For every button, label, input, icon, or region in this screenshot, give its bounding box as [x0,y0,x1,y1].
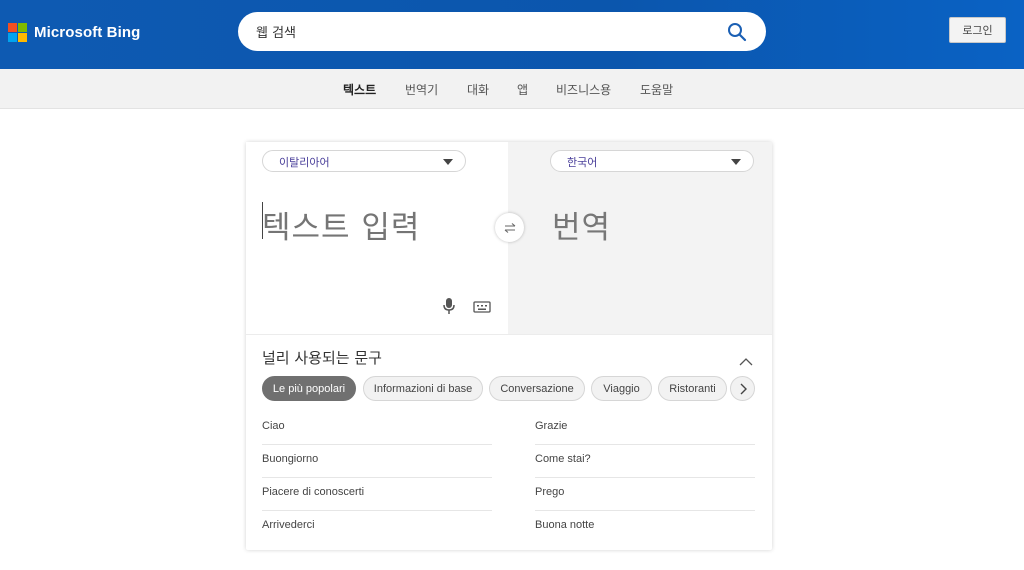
phrase-item[interactable]: Prego [535,478,755,511]
search-input[interactable] [256,12,716,51]
phrase-item[interactable]: Piacere di conoscerti [262,478,492,511]
target-language-select[interactable]: 한국어 [550,150,754,172]
phrases-title: 널리 사용되는 문구 [262,349,382,367]
search-box [238,12,766,51]
category-chip-popular[interactable]: Le più popolari [262,376,356,401]
target-pane: 한국어 번역 [508,142,772,334]
phrase-item[interactable]: Arrivederci [262,511,492,544]
phrase-item[interactable]: Buongiorno [262,445,492,478]
category-chip-conversation[interactable]: Conversazione [489,376,585,401]
phrase-item[interactable]: Come stai? [535,445,755,478]
source-pane: 이탈리아어 [246,142,508,334]
top-header: Microsoft Bing 로그인 [0,0,1024,69]
nav-item-apps[interactable]: 앱 [517,81,528,98]
translator-card: 이탈리아어 한국어 번역 널리 사용되는 문구 Le più popolari … [246,142,772,550]
phrase-item[interactable]: Ciao [262,412,492,445]
common-phrases-section: 널리 사용되는 문구 Le più popolari Informazioni … [246,334,772,550]
nav-item-conversation[interactable]: 대화 [467,81,489,98]
nav-item-business[interactable]: 비즈니스용 [556,81,611,98]
source-language-select[interactable]: 이탈리아어 [262,150,466,172]
bing-logo[interactable]: Microsoft Bing [8,23,140,42]
chevron-down-icon [731,159,741,165]
keyboard-icon[interactable] [473,299,491,313]
chevron-down-icon [443,159,453,165]
phrase-item[interactable]: Buona notte [535,511,755,544]
swap-languages-button[interactable] [495,213,524,242]
phrase-item[interactable]: Grazie [535,412,755,445]
microsoft-logo-icon [8,23,27,42]
category-chip-basics[interactable]: Informazioni di base [363,376,483,401]
brand-name: Microsoft Bing [34,24,141,41]
category-chip-travel[interactable]: Viaggio [591,376,652,401]
source-text-input[interactable] [262,202,482,246]
search-icon[interactable] [726,21,748,43]
chevron-up-icon[interactable] [739,352,753,366]
source-language-label: 이탈리아어 [279,156,330,169]
chevron-right-icon[interactable] [730,376,755,401]
nav-bar: 텍스트 번역기 대화 앱 비즈니스용 도움말 [0,69,1024,109]
category-chip-restaurants[interactable]: Ristoranti [658,376,727,401]
microphone-icon[interactable] [442,297,456,315]
nav-item-help[interactable]: 도움말 [640,81,673,98]
login-button[interactable]: 로그인 [949,17,1006,43]
nav-item-text[interactable]: 텍스트 [343,81,376,98]
translation-output: 번역 [552,210,612,246]
nav-item-translator[interactable]: 번역기 [405,81,438,98]
target-language-label: 한국어 [567,156,598,169]
swap-icon [504,222,515,233]
